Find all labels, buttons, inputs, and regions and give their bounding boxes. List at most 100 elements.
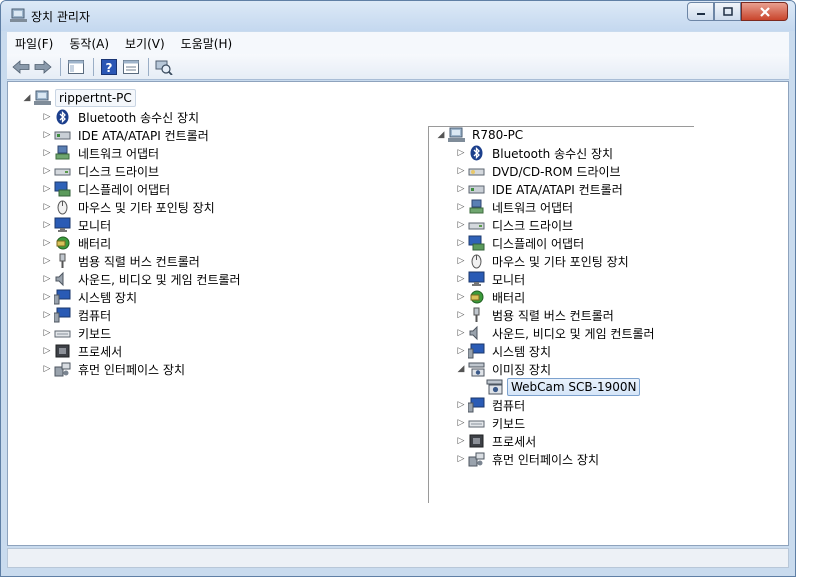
tree-item[interactable]: ▷ 디스플레이 어댑터: [42, 180, 173, 198]
expand-arrow-icon[interactable]: ▷: [456, 418, 466, 428]
maximize-button[interactable]: [714, 2, 741, 21]
expand-arrow-icon[interactable]: ▷: [456, 184, 466, 194]
device-tree-pane[interactable]: ◢ rippertnt-PC ▷ Bluetooth 송수신 장치 ▷ IDE ATA/A…: [7, 81, 789, 546]
minimize-button[interactable]: [687, 2, 714, 21]
expand-arrow-icon[interactable]: ▷: [456, 238, 466, 248]
collapse-arrow-icon[interactable]: ◢: [22, 93, 32, 103]
expand-arrow-icon[interactable]: ▷: [42, 130, 52, 140]
expand-arrow-icon[interactable]: ▷: [456, 148, 466, 158]
menu-help[interactable]: 도움말(H): [173, 35, 241, 52]
expand-arrow-icon[interactable]: ▷: [456, 328, 466, 338]
tree-item[interactable]: ▷ Bluetooth 송수신 장치: [456, 144, 616, 162]
menu-file[interactable]: 파일(F): [7, 35, 61, 52]
expand-arrow-icon[interactable]: ▷: [456, 202, 466, 212]
back-button[interactable]: [11, 57, 31, 77]
tree-item[interactable]: ▷ 모니터: [456, 270, 528, 288]
scan-hardware-icon: [155, 60, 173, 75]
expand-arrow-icon[interactable]: ▷: [42, 148, 52, 158]
expand-arrow-icon[interactable]: ▷: [42, 184, 52, 194]
tree-item[interactable]: ▷ 디스크 드라이브: [42, 162, 162, 180]
tree-item[interactable]: ▷ 사운드, 비디오 및 게임 컨트롤러: [456, 324, 658, 342]
tree-item[interactable]: ▷ 프로세서: [456, 432, 539, 450]
tree-item[interactable]: ▷ IDE ATA/ATAPI 컨트롤러: [456, 180, 626, 198]
tree-item[interactable]: ▷ 범용 직렬 버스 컨트롤러: [456, 306, 617, 324]
expand-arrow-icon[interactable]: ▷: [456, 292, 466, 302]
expand-arrow-icon[interactable]: ▷: [42, 220, 52, 230]
tree-item[interactable]: ▷ 키보드: [456, 414, 528, 432]
tree-item[interactable]: ▷ DVD/CD-ROM 드라이브: [456, 162, 624, 180]
toolbar-separator: [148, 57, 149, 76]
expand-arrow-icon[interactable]: ▷: [456, 274, 466, 284]
properties-button[interactable]: [121, 57, 141, 77]
tree-item[interactable]: ▷ 시스템 장치: [456, 342, 554, 360]
close-button[interactable]: [741, 2, 788, 21]
expand-arrow-icon[interactable]: ▷: [42, 310, 52, 320]
tree-item-label: Bluetooth 송수신 장치: [492, 146, 614, 161]
tree-item[interactable]: ▷ 사운드, 비디오 및 게임 컨트롤러: [42, 270, 244, 288]
show-hide-tree-button[interactable]: [66, 57, 86, 77]
tree-item-label: 범용 직렬 버스 컨트롤러: [492, 308, 614, 323]
expand-arrow-icon[interactable]: ▷: [456, 166, 466, 176]
expand-arrow-icon[interactable]: ▷: [42, 238, 52, 248]
tree-item[interactable]: ▷ 시스템 장치: [42, 288, 140, 306]
tree-item[interactable]: ▷ 배터리: [456, 288, 528, 306]
expand-arrow-icon[interactable]: ▷: [42, 256, 52, 266]
help-button[interactable]: ?: [99, 57, 119, 77]
expand-arrow-icon[interactable]: ▷: [456, 220, 466, 230]
tree-item-label: 휴먼 인터페이스 장치: [78, 362, 185, 377]
tree-item[interactable]: ▷ 마우스 및 기타 포인팅 장치: [42, 198, 218, 216]
tree-item[interactable]: ▷ 프로세서: [42, 342, 125, 360]
tree-item[interactable]: ▷ 네트워크 어댑터: [456, 198, 576, 216]
expand-arrow-icon[interactable]: ▷: [456, 454, 466, 464]
menu-bar: 파일(F) 동작(A) 보기(V) 도움말(H): [7, 32, 789, 54]
tree-item[interactable]: ▷ 디스크 드라이브: [456, 216, 576, 234]
tree-item[interactable]: ▷ IDE ATA/ATAPI 컨트롤러: [42, 126, 212, 144]
tree-item[interactable]: ▷ 컴퓨터: [456, 396, 528, 414]
tree-item-label: 배터리: [492, 290, 526, 305]
processor-icon: [54, 343, 71, 359]
tree-item[interactable]: ▷ 키보드: [42, 324, 114, 342]
expand-arrow-icon[interactable]: ▷: [456, 256, 466, 266]
tree-item-webcam[interactable]: WebCam SCB-1900N: [474, 378, 641, 396]
expand-arrow-icon[interactable]: ▷: [42, 274, 52, 284]
webcam-icon: [486, 379, 503, 395]
expand-arrow-icon[interactable]: ▷: [42, 292, 52, 302]
menu-action[interactable]: 동작(A): [61, 35, 117, 52]
tree-item[interactable]: ▷ 컴퓨터: [42, 306, 114, 324]
tree-item[interactable]: ▷ 디스플레이 어댑터: [456, 234, 587, 252]
tree-item-label: rippertnt-PC: [55, 89, 136, 107]
menu-view[interactable]: 보기(V): [117, 35, 173, 52]
tree-item-label: 컴퓨터: [492, 398, 526, 413]
collapse-arrow-icon[interactable]: ◢: [436, 130, 446, 140]
expand-arrow-icon[interactable]: ▷: [42, 202, 52, 212]
tree-root-r780-pc[interactable]: ◢ R780-PC: [436, 126, 526, 144]
expand-arrow-icon[interactable]: ▷: [42, 166, 52, 176]
title-bar[interactable]: 장치 관리자: [1, 1, 795, 31]
expand-arrow-icon[interactable]: ▷: [42, 364, 52, 374]
tree-item[interactable]: ▷ 배터리: [42, 234, 114, 252]
tree-item-label: 시스템 장치: [78, 290, 138, 305]
tree-item[interactable]: ▷ 휴먼 인터페이스 장치: [456, 450, 602, 468]
tree-root-rippertnt-pc[interactable]: ◢ rippertnt-PC: [22, 89, 136, 107]
forward-button[interactable]: [33, 57, 53, 77]
tree-item[interactable]: ▷ 범용 직렬 버스 컨트롤러: [42, 252, 203, 270]
tree-item[interactable]: ▷ 마우스 및 기타 포인팅 장치: [456, 252, 632, 270]
tree-item-label: 디스크 드라이브: [492, 218, 574, 233]
expand-arrow-icon[interactable]: ▷: [42, 112, 52, 122]
scan-hardware-button[interactable]: [154, 57, 174, 77]
tree-item-label: 범용 직렬 버스 컨트롤러: [78, 254, 200, 269]
expand-arrow-icon[interactable]: ▷: [456, 400, 466, 410]
tree-item[interactable]: ▷ 휴먼 인터페이스 장치: [42, 360, 188, 378]
tree-item-label: 네트워크 어댑터: [78, 146, 160, 161]
expand-arrow-icon[interactable]: ▷: [456, 346, 466, 356]
tree-item[interactable]: ▷ 모니터: [42, 216, 114, 234]
tree-item[interactable]: ▷ 네트워크 어댑터: [42, 144, 162, 162]
expand-arrow-icon[interactable]: ▷: [42, 328, 52, 338]
tree-item[interactable]: ▷ Bluetooth 송수신 장치: [42, 108, 202, 126]
expand-arrow-icon[interactable]: ▷: [456, 310, 466, 320]
expand-arrow-icon[interactable]: ▷: [42, 346, 52, 356]
tree-item-label: 키보드: [492, 416, 526, 431]
expand-arrow-icon[interactable]: ▷: [456, 436, 466, 446]
tree-item[interactable]: ◢ 이미징 장치: [456, 360, 554, 378]
collapse-arrow-icon[interactable]: ◢: [456, 364, 466, 374]
